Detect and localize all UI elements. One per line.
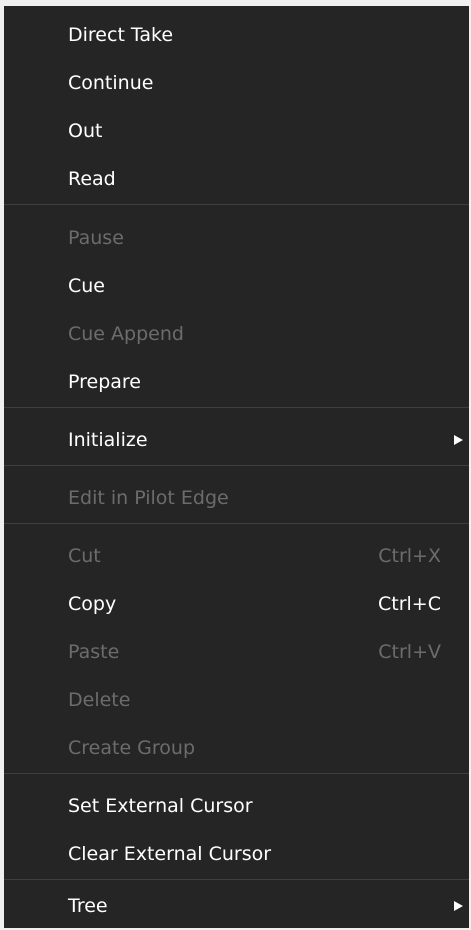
menu-item-cut: Cut Ctrl+X bbox=[4, 533, 469, 579]
menu-separator bbox=[4, 773, 469, 774]
menu-item-initialize[interactable]: Initialize bbox=[4, 417, 469, 463]
menu-separator bbox=[4, 465, 469, 466]
menu-item-edit-in-pilot-edge: Edit in Pilot Edge bbox=[4, 475, 469, 521]
menu-item-label: Clear External Cursor bbox=[68, 843, 272, 865]
menu-item-continue[interactable]: Continue bbox=[4, 60, 469, 106]
menu-item-label: Continue bbox=[68, 72, 154, 94]
context-menu: Direct Take Continue Out Read Pause Cue … bbox=[0, 0, 471, 930]
menu-separator bbox=[4, 407, 469, 408]
menu-item-copy[interactable]: Copy Ctrl+C bbox=[4, 581, 469, 627]
triangle-right-icon bbox=[454, 435, 463, 445]
triangle-right-icon bbox=[454, 901, 463, 911]
menu-separator bbox=[4, 879, 469, 880]
menu-item-label: Tree bbox=[68, 895, 108, 917]
menu-item-create-group: Create Group bbox=[4, 725, 469, 771]
menu-item-paste: Paste Ctrl+V bbox=[4, 629, 469, 675]
menu-item-pause: Pause bbox=[4, 215, 469, 261]
menu-item-tree[interactable]: Tree bbox=[4, 883, 469, 929]
menu-item-cue-append: Cue Append bbox=[4, 311, 469, 357]
menu-item-label: Initialize bbox=[68, 429, 148, 451]
menu-item-label: Cue bbox=[68, 275, 105, 297]
menu-separator bbox=[4, 523, 469, 524]
menu-item-out[interactable]: Out bbox=[4, 108, 469, 154]
menu-item-label: Delete bbox=[68, 689, 131, 711]
menu-item-label: Out bbox=[68, 120, 103, 142]
menu-item-label: Set External Cursor bbox=[68, 795, 253, 817]
menu-item-read[interactable]: Read bbox=[4, 156, 469, 202]
menu-item-label: Read bbox=[68, 168, 116, 190]
menu-item-prepare[interactable]: Prepare bbox=[4, 359, 469, 405]
menu-item-shortcut: Ctrl+X bbox=[378, 545, 441, 567]
menu-item-shortcut: Ctrl+V bbox=[378, 641, 441, 663]
menu-item-delete: Delete bbox=[4, 677, 469, 723]
menu-item-clear-external-cursor[interactable]: Clear External Cursor bbox=[4, 831, 469, 877]
menu-item-label: Edit in Pilot Edge bbox=[68, 487, 229, 509]
menu-item-set-external-cursor[interactable]: Set External Cursor bbox=[4, 783, 469, 829]
menu-item-label: Copy bbox=[68, 593, 117, 615]
menu-item-cue[interactable]: Cue bbox=[4, 263, 469, 309]
menu-item-label: Direct Take bbox=[68, 24, 174, 46]
menu-item-label: Cue Append bbox=[68, 323, 184, 345]
menu-item-label: Create Group bbox=[68, 737, 196, 759]
menu-item-label: Cut bbox=[68, 545, 101, 567]
menu-separator bbox=[4, 204, 469, 205]
menu-item-label: Prepare bbox=[68, 371, 141, 393]
menu-item-label: Paste bbox=[68, 641, 120, 663]
menu-item-label: Pause bbox=[68, 227, 124, 249]
menu-item-shortcut: Ctrl+C bbox=[378, 593, 441, 615]
menu-item-direct-take[interactable]: Direct Take bbox=[4, 12, 469, 58]
